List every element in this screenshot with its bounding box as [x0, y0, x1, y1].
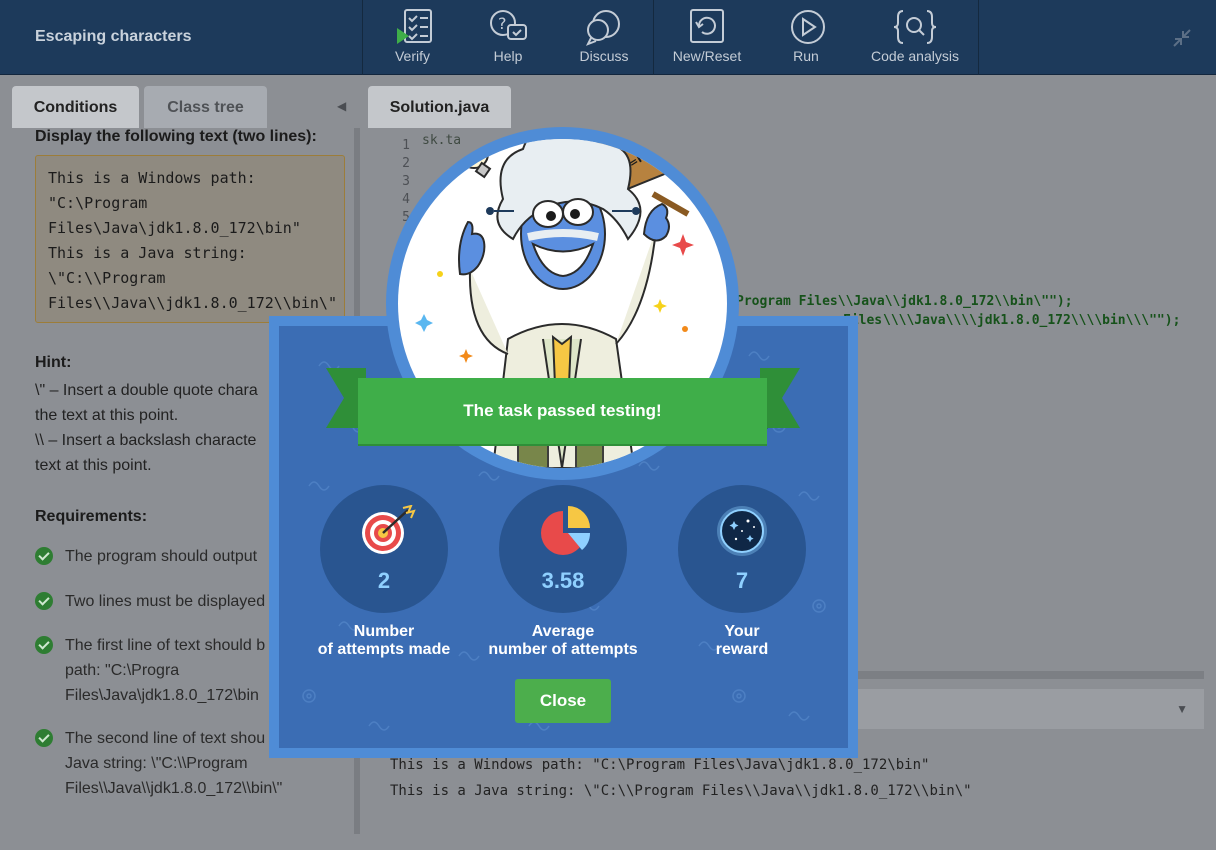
banner-text: The task passed testing! — [463, 401, 662, 420]
dark-matter-icon — [717, 506, 767, 556]
stat-reward: 7 Your reward — [678, 485, 806, 658]
conditions-title: Display the following text (two lines): — [35, 128, 317, 145]
stat-average: 3.58 Average number of attempts — [488, 485, 638, 658]
requirements-title: Requirements: — [35, 508, 148, 525]
label-line: reward — [715, 641, 769, 658]
stat-attempts: 2 Number of attempts made — [318, 485, 450, 658]
run-icon — [791, 10, 825, 44]
help-icon: ? — [490, 10, 527, 40]
check-icon — [35, 547, 53, 565]
run-label: Run — [793, 48, 819, 64]
output-line: This is a Java string: \"C:\\Program Fil… — [390, 783, 972, 799]
toolbar-separator — [653, 0, 654, 75]
reset-icon — [690, 9, 724, 43]
line-number: 2 — [402, 156, 410, 171]
tab-solution-java[interactable]: Solution.java — [368, 86, 511, 128]
stat-circle: 2 — [320, 485, 448, 613]
stat-circle: 7 — [678, 485, 806, 613]
line-number: 4 — [402, 192, 410, 207]
verify-button[interactable]: Verify — [385, 8, 440, 68]
tab-conditions[interactable]: Conditions — [12, 86, 139, 128]
code-line: \\\\Java\\\\jdk1.8.0_172\\\\bin\\\""); — [883, 313, 1181, 328]
label-line: Your — [724, 623, 760, 640]
run-button[interactable]: Run — [786, 8, 826, 68]
attempts-value: 2 — [377, 568, 391, 593]
ribbon: The task passed testing! — [358, 378, 767, 446]
task-title: Escaping characters — [35, 28, 192, 45]
close-button[interactable]: Close — [515, 679, 611, 723]
verify-icon — [396, 9, 432, 44]
average-value: 3.58 — [541, 568, 585, 593]
hint-title: Hint: — [35, 354, 72, 371]
pie-chart-icon — [541, 506, 590, 555]
collapse-left-panel-icon[interactable]: ◀ — [337, 99, 346, 113]
verify-label: Verify — [394, 48, 430, 64]
code-analysis-button[interactable]: Code analysis — [866, 8, 964, 68]
discuss-button[interactable]: Discuss — [574, 8, 634, 68]
code-line: sk.ta — [422, 133, 462, 148]
new-reset-button[interactable]: New/Reset — [670, 8, 744, 68]
target-icon — [362, 505, 416, 554]
tab-class-tree[interactable]: Class tree — [144, 86, 267, 128]
collapse-icon[interactable] — [1172, 28, 1192, 48]
toolbar-separator — [362, 0, 363, 75]
discuss-icon — [585, 10, 620, 46]
success-banner: The task passed testing! — [326, 358, 800, 448]
check-icon — [35, 729, 53, 747]
toolbar-separator — [978, 0, 979, 75]
code-analysis-icon — [893, 10, 937, 44]
expected-output-box: This is a Windows path: "C:\Program File… — [35, 155, 345, 323]
line-number: 3 — [402, 174, 410, 189]
svg-text:?: ? — [498, 14, 507, 33]
code-line: Program Files\\Java\\jdk1.8.0_172\\bin\"… — [736, 294, 1073, 309]
help-button[interactable]: ? Help — [484, 8, 532, 68]
stat-circle: 3.58 — [499, 485, 627, 613]
help-label: Help — [493, 48, 523, 64]
code-analysis-label: Code analysis — [871, 48, 959, 64]
top-toolbar: Escaping characters Verify ? Help Discus… — [0, 0, 1216, 75]
chevron-down-icon[interactable]: ▼ — [1176, 702, 1188, 716]
reward-value: 7 — [735, 568, 749, 593]
line-number: 1 — [402, 138, 410, 153]
new-reset-label: New/Reset — [672, 48, 742, 64]
check-icon — [35, 636, 53, 654]
check-icon — [35, 592, 53, 610]
discuss-label: Discuss — [579, 48, 629, 64]
reward-label: Your reward — [618, 623, 848, 659]
